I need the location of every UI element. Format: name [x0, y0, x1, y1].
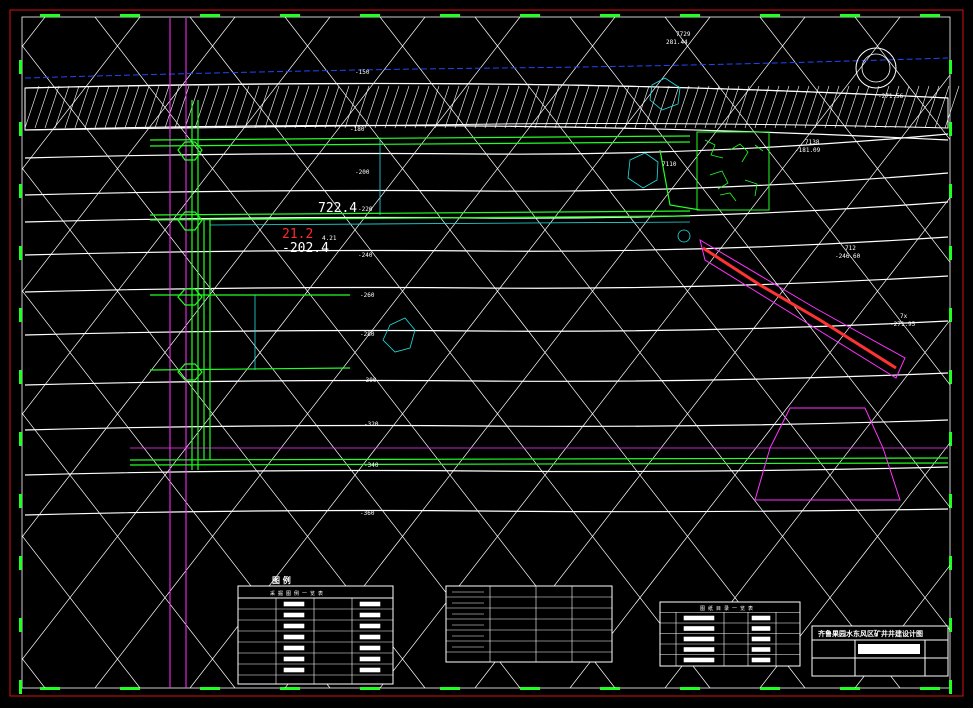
boundary-dashed-line	[24, 57, 949, 79]
elevation-label: -240	[358, 252, 373, 259]
red-mark: 21.2	[282, 227, 313, 242]
point-label-5: 7x	[900, 313, 908, 320]
elevation-label: -300	[362, 377, 377, 384]
elevation-label: -260	[360, 292, 375, 299]
roadways	[129, 100, 949, 470]
catalog-title: 图 纸 目 录 一 览 表	[700, 605, 753, 612]
symbol-table	[445, 585, 613, 663]
point-label-1: 7729	[676, 31, 691, 38]
elevation-label: -180	[350, 126, 365, 133]
cad-drawing-canvas: -150 -180 -200 -220 -240 -260 -280 -300 -320 -340…	[0, 0, 973, 708]
legend-title: 图 例	[272, 575, 291, 585]
mark-421: 4.21	[322, 235, 337, 242]
title-block-title: 齐鲁果园水东风区矿井井建设计图	[818, 629, 923, 638]
point-label-5b: -271.95	[890, 321, 916, 328]
elevation-label: -320	[364, 421, 379, 428]
elevation-label: -150	[355, 69, 370, 76]
point-label-1b: 281.44	[666, 39, 688, 46]
mark-722: 722.4	[318, 201, 357, 216]
elevation-label: -340	[364, 462, 379, 469]
catalog-table: 图 纸 目 录 一 览 表	[659, 601, 801, 667]
elevation-label: -360	[360, 510, 375, 517]
mark-202: -202.4	[282, 241, 329, 256]
coal-seam-red	[702, 246, 897, 370]
point-label-4b: -246.60	[835, 253, 861, 260]
elevation-label: -220	[358, 206, 373, 213]
point-label-2b: -181.09	[795, 147, 821, 154]
borehole-circle-inner	[861, 53, 891, 83]
legend-table-title: 采 掘 图 例 一 览 表	[270, 590, 323, 597]
point-label-top-right: -271.56	[878, 93, 904, 100]
title-block: 齐鲁果园水东风区矿井井建设计图	[811, 625, 949, 677]
gob-area	[696, 131, 770, 211]
mine-plan-drawing: -150 -180 -200 -220 -240 -260 -280 -300 -320 -340…	[9, 9, 964, 697]
cyan-lines	[209, 77, 691, 370]
point-label-2: 7138	[805, 139, 820, 146]
point-label-3: 7110	[662, 161, 677, 168]
elevation-label: -280	[360, 331, 375, 338]
point-label-4: 712	[845, 245, 856, 252]
legend-table: 图 例 采 掘 图 例 一 览 表	[237, 575, 394, 685]
elevation-label: -200	[355, 169, 370, 176]
